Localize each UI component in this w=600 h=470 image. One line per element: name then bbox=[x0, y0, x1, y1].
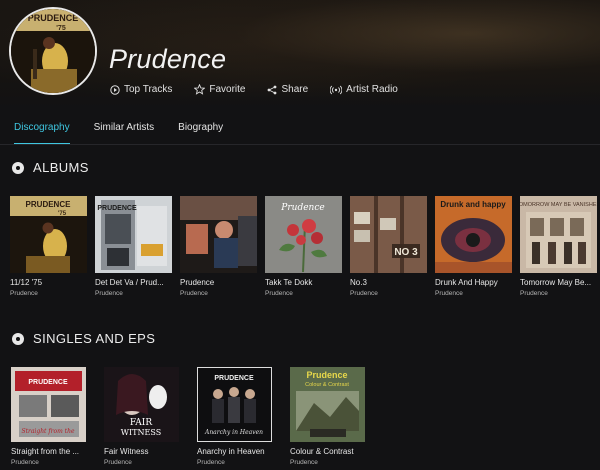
svg-text:Drunk and happy: Drunk and happy bbox=[440, 200, 506, 209]
single-cover: FAIR WITNESS bbox=[104, 367, 179, 442]
album-artist: Prudence bbox=[265, 290, 293, 297]
single-artist: Prudence bbox=[197, 459, 225, 466]
album-artist: Prudence bbox=[95, 290, 123, 297]
artist-tabs: Discography Similar Artists Biography bbox=[14, 122, 247, 145]
album-title: Takk Te Dokk bbox=[265, 278, 313, 287]
album-title: Tomorrow May Be... bbox=[520, 278, 592, 287]
album-cover: TOMORROW MAY BE VANISHED bbox=[520, 196, 597, 273]
svg-text:Prudence: Prudence bbox=[306, 370, 347, 380]
album-artist: Prudence bbox=[435, 290, 463, 297]
star-icon bbox=[194, 84, 206, 95]
single-artist: Prudence bbox=[290, 459, 318, 466]
artist-radio-label: Artist Radio bbox=[346, 84, 398, 95]
svg-text:PRUDENCE: PRUDENCE bbox=[214, 375, 254, 382]
album-title: Prudence bbox=[180, 278, 215, 287]
favorite-label: Favorite bbox=[209, 84, 246, 95]
share-label: Share bbox=[281, 84, 309, 95]
svg-text:Anarchy in Heaven: Anarchy in Heaven bbox=[204, 429, 263, 436]
album-artist: Prudence bbox=[520, 290, 548, 297]
svg-text:'75: '75 bbox=[58, 211, 67, 217]
album-card[interactable]: NO 3 No.3 Prudence bbox=[350, 196, 427, 297]
single-card[interactable]: PRUDENCE Straight from the Straight from… bbox=[11, 367, 86, 466]
album-artist: Prudence bbox=[180, 290, 208, 297]
album-cover: Drunk and happy bbox=[435, 196, 512, 273]
share-button[interactable]: Share bbox=[267, 84, 308, 95]
albums-section-header: ALBUMS bbox=[12, 160, 89, 175]
favorite-button[interactable]: Favorite bbox=[194, 84, 245, 95]
singles-section-title: SINGLES AND EPS bbox=[33, 331, 156, 346]
album-card[interactable]: Prudence Takk Te Dokk Prudence bbox=[265, 196, 342, 297]
album-title: No.3 bbox=[350, 278, 367, 287]
single-card[interactable]: PRUDENCE Anarchy in Heaven Anarchy in He… bbox=[197, 367, 272, 466]
svg-text:PRUDENCE: PRUDENCE bbox=[26, 200, 72, 209]
top-tracks-label: Top Tracks bbox=[124, 84, 173, 95]
tab-discography[interactable]: Discography bbox=[14, 122, 70, 145]
album-title: 11/12 '75 bbox=[10, 278, 43, 287]
single-card[interactable]: Prudence Colour & Contrast Colour & Cont… bbox=[290, 367, 365, 466]
svg-text:PRUDENCE: PRUDENCE bbox=[28, 379, 68, 386]
album-cover: PRUDENCE bbox=[95, 196, 172, 273]
svg-text:TOMORROW MAY BE VANISHED: TOMORROW MAY BE VANISHED bbox=[520, 202, 597, 208]
album-card[interactable]: PRUDENCE Det Det Va / Prud... Prudence bbox=[95, 196, 172, 297]
top-tracks-button[interactable]: Top Tracks bbox=[110, 84, 172, 95]
album-card[interactable]: TOMORROW MAY BE VANISHED Tomorrow May Be… bbox=[520, 196, 597, 297]
tab-biography[interactable]: Biography bbox=[178, 122, 223, 139]
singles-section-header: SINGLES AND EPS bbox=[12, 331, 155, 346]
svg-text:FAIR: FAIR bbox=[130, 418, 153, 428]
share-icon bbox=[268, 85, 277, 94]
artist-name: Prudence bbox=[109, 44, 227, 74]
album-card[interactable]: Prudence Prudence bbox=[180, 196, 257, 297]
album-cover: NO 3 bbox=[350, 196, 427, 273]
svg-text:WITNESS: WITNESS bbox=[121, 428, 161, 437]
album-artist: Prudence bbox=[350, 290, 378, 297]
disc-icon bbox=[12, 161, 24, 174]
album-cover bbox=[180, 196, 257, 273]
artist-avatar: PRUDENCE '75 bbox=[9, 7, 97, 95]
svg-text:Straight from the: Straight from the bbox=[21, 428, 74, 435]
tab-divider bbox=[0, 144, 600, 145]
album-title: Det Det Va / Prud... bbox=[95, 278, 164, 287]
svg-text:PRUDENCE: PRUDENCE bbox=[97, 205, 137, 212]
single-title: Anarchy in Heaven bbox=[197, 447, 265, 456]
play-circle-icon bbox=[110, 84, 120, 95]
single-artist: Prudence bbox=[104, 459, 132, 466]
single-title: Colour & Contrast bbox=[290, 447, 354, 456]
single-title: Fair Witness bbox=[104, 447, 149, 456]
album-title: Drunk And Happy bbox=[435, 278, 498, 287]
svg-text:NO 3: NO 3 bbox=[394, 247, 418, 258]
svg-text:Prudence: Prudence bbox=[280, 203, 324, 213]
single-cover: PRUDENCE Anarchy in Heaven bbox=[197, 367, 272, 442]
single-title: Straight from the ... bbox=[11, 447, 80, 456]
svg-text:PRUDENCE: PRUDENCE bbox=[28, 13, 79, 23]
album-cover: Prudence bbox=[265, 196, 342, 273]
album-cover: PRUDENCE '75 bbox=[10, 196, 87, 273]
albums-grid: PRUDENCE '75 11/12 '75 Prudence PRUDENCE… bbox=[10, 196, 600, 297]
svg-text:Colour & Contrast: Colour & Contrast bbox=[305, 382, 349, 388]
svg-text:'75: '75 bbox=[56, 25, 66, 32]
album-card[interactable]: PRUDENCE '75 11/12 '75 Prudence bbox=[10, 196, 87, 297]
single-cover: PRUDENCE Straight from the bbox=[11, 367, 86, 442]
artist-radio-button[interactable]: Artist Radio bbox=[330, 84, 398, 95]
disc-icon bbox=[12, 332, 24, 345]
tab-similar-artists[interactable]: Similar Artists bbox=[94, 122, 155, 139]
albums-section-title: ALBUMS bbox=[33, 160, 89, 175]
single-card[interactable]: FAIR WITNESS Fair Witness Prudence bbox=[104, 367, 179, 466]
radio-icon bbox=[330, 85, 343, 94]
single-cover: Prudence Colour & Contrast bbox=[290, 367, 365, 442]
album-artist: Prudence bbox=[10, 290, 38, 297]
single-artist: Prudence bbox=[11, 459, 39, 466]
singles-grid: PRUDENCE Straight from the Straight from… bbox=[11, 367, 373, 466]
album-card[interactable]: Drunk and happy Drunk And Happy Prudence bbox=[435, 196, 512, 297]
artist-actions: Top Tracks Favorite Share Artist Radio bbox=[110, 84, 420, 95]
